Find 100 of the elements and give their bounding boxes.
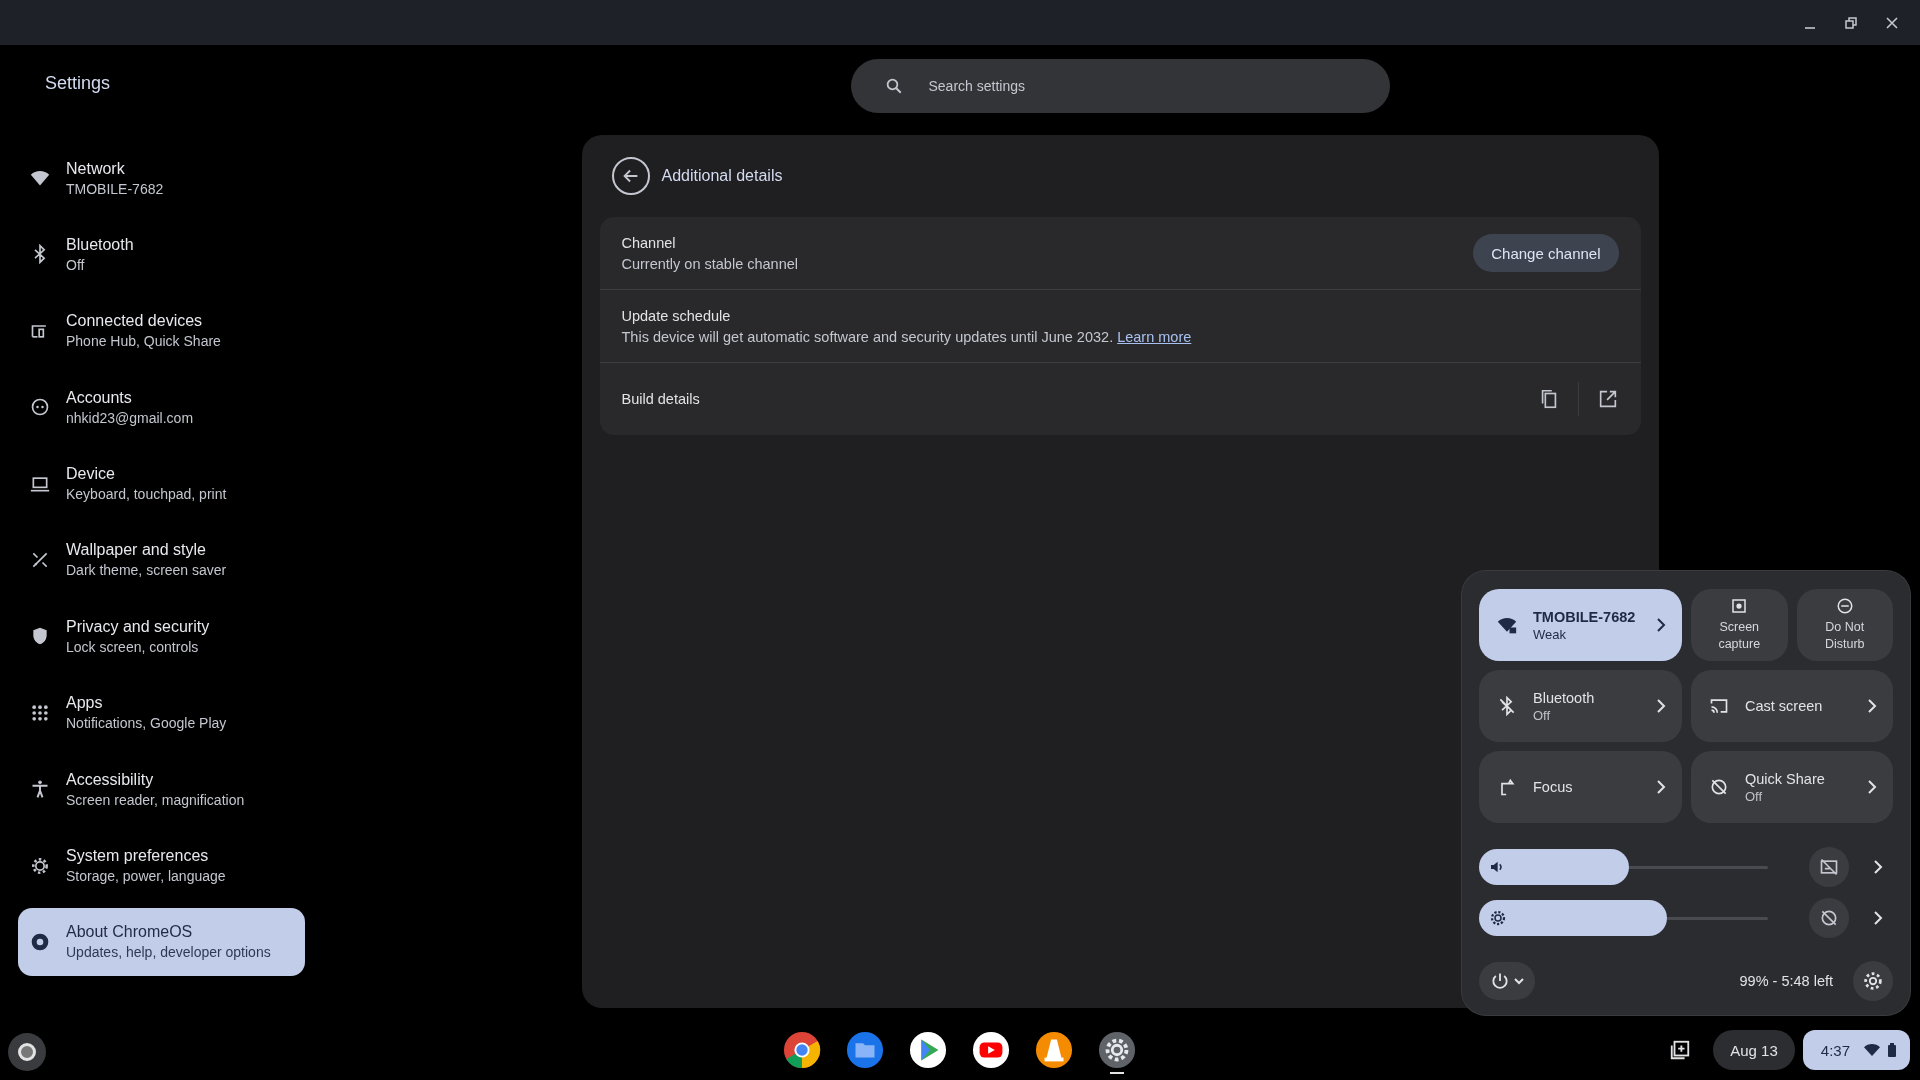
sidebar-item[interactable]: Device Keyboard, touchpad, print (18, 449, 305, 518)
chevron-right-icon (1656, 780, 1666, 794)
restore-icon[interactable] (1844, 15, 1858, 30)
chevron-right-icon (1656, 699, 1666, 713)
apps-grid-icon (30, 702, 50, 723)
screen-capture-icon (1730, 597, 1749, 615)
wifi-icon (1864, 1043, 1880, 1057)
sidebar-item-sublabel: Off (66, 256, 86, 273)
status-area-button[interactable]: 4:37 (1802, 1030, 1910, 1070)
cast-icon (1709, 696, 1729, 716)
sidebar-item-sublabel: Updates, help, developer options (66, 944, 271, 961)
settings-button[interactable] (1853, 961, 1893, 1001)
tile-label: Focus (1533, 779, 1574, 795)
sidebar-item-sublabel: Keyboard, touchpad, print (66, 486, 227, 503)
wifi-lock-icon (1497, 615, 1517, 635)
sidebar-item-label: Bluetooth (66, 235, 134, 254)
clock-time: 4:37 (1820, 1041, 1850, 1059)
date-button[interactable]: Aug 13 (1713, 1030, 1795, 1070)
tile-sublabel: Weak (1533, 626, 1567, 642)
tile-sublabel: Off (1745, 788, 1764, 804)
battery-icon (1888, 1043, 1896, 1057)
app-title: Settings (44, 72, 112, 95)
sidebar-item[interactable]: Apps Notifications, Google Play (18, 678, 305, 747)
sidebar-item-label: Network (66, 159, 126, 178)
gear-app-icon[interactable] (1098, 1031, 1136, 1069)
tote-icon[interactable] (1669, 1039, 1692, 1061)
sidebar-item-label: About ChromeOS (66, 923, 194, 942)
sidebar-item-sublabel: Lock screen, controls (66, 638, 200, 655)
row-title: Channel (621, 234, 677, 251)
volume-slider[interactable] (1479, 849, 1768, 885)
page-title: Additional details (661, 167, 783, 185)
quick-settings-tile[interactable]: Focus (1479, 751, 1682, 823)
chevron-right-icon (1867, 699, 1877, 713)
row-title: Update schedule (621, 307, 732, 324)
chevron-right-icon (1867, 780, 1877, 794)
shield-icon (30, 626, 50, 647)
learn-more-link[interactable]: Learn more (1117, 328, 1192, 345)
sidebar-item[interactable]: Connected devices Phone Hub, Quick Share (18, 296, 305, 365)
row-description: Currently on stable channel (621, 255, 800, 272)
sidebar-item-label: Accessibility (66, 770, 155, 789)
quick-settings-tile[interactable]: TMOBILE-7682 Weak (1479, 589, 1682, 661)
sidebar-item-label: Wallpaper and style (66, 541, 207, 560)
wifi-icon (30, 168, 50, 188)
speaker-icon (1489, 859, 1505, 875)
sidebar-item[interactable]: Bluetooth Off (18, 220, 305, 289)
quick-settings-tile[interactable]: Bluetooth Off (1479, 670, 1682, 742)
sidebar-item[interactable]: System preferences Storage, power, language (18, 831, 305, 900)
brightness-slider[interactable] (1479, 900, 1768, 936)
sidebar-item-sublabel: Storage, power, language (66, 868, 226, 884)
sidebar-item-sublabel: nhkid23@gmail.com (66, 409, 194, 426)
sidebar-item-label: Accounts (66, 388, 133, 407)
row-description: This device will get automatic software and security updates until June 2032. Learn more (621, 328, 1193, 345)
back-button[interactable] (611, 157, 650, 195)
tile-label: Screen capture (1717, 619, 1762, 653)
sidebar-item[interactable]: Wallpaper and style Dark theme, screen saver (18, 525, 305, 594)
launcher-button[interactable] (8, 1033, 46, 1071)
gear-icon (30, 855, 50, 876)
captions-toggle[interactable] (1809, 847, 1849, 887)
power-menu-button[interactable] (1479, 962, 1535, 1000)
gear-icon (1862, 970, 1884, 992)
folder-app-icon[interactable] (846, 1031, 884, 1069)
search-icon (884, 77, 903, 95)
power-icon (1489, 971, 1510, 991)
sidebar-item-label: Connected devices (66, 312, 204, 331)
traffic-cone-app-icon[interactable] (1035, 1031, 1073, 1069)
tile-label: Cast screen (1745, 698, 1824, 714)
sidebar-item-sublabel: Dark theme, screen saver (66, 562, 227, 579)
sidebar-item[interactable]: Privacy and security Lock screen, controls (18, 602, 305, 671)
minus-circle-icon (1835, 597, 1854, 615)
search-field[interactable]: Search settings (850, 59, 1390, 113)
chevron-right-icon[interactable] (1873, 911, 1883, 925)
face-icon (30, 397, 50, 418)
bluetooth-off-icon (1497, 696, 1517, 716)
sidebar-item[interactable]: Network TMOBILE-7682 (18, 144, 305, 212)
sidebar-item-sublabel: Phone Hub, Quick Share (66, 333, 221, 350)
tile-label: Bluetooth (1533, 689, 1596, 706)
circle-logo-icon (30, 931, 50, 952)
quick-settings-tile[interactable]: Cast screen (1691, 670, 1893, 742)
quick-settings-tile[interactable]: Screen capture (1691, 589, 1788, 661)
sidebar-item-label: Privacy and security (66, 617, 210, 636)
close-icon[interactable] (1885, 15, 1899, 30)
night-light-toggle[interactable] (1809, 898, 1849, 938)
sidebar-item-sublabel: Screen reader, magnification (66, 791, 245, 808)
person-icon (30, 779, 50, 800)
row-title: Build details (621, 391, 701, 407)
chevron-right-icon[interactable] (1873, 860, 1883, 874)
quick-settings-tile[interactable]: Do Not Disturb (1796, 589, 1893, 661)
sidebar-item[interactable]: Accessibility Screen reader, magnification (18, 755, 305, 824)
tile-label: Quick Share (1745, 770, 1826, 787)
sidebar-item[interactable]: About ChromeOS Updates, help, developer options (18, 907, 305, 976)
brightness-icon (1489, 909, 1507, 927)
sidebar-item-sublabel: TMOBILE-7682 (66, 180, 164, 197)
browser-app-icon[interactable] (783, 1031, 821, 1069)
slashed-circle-icon (1819, 908, 1839, 928)
quick-settings-tile[interactable]: Quick Share Off (1691, 751, 1893, 823)
play-button-app-icon[interactable] (972, 1031, 1010, 1069)
change-channel-button[interactable]: Change channel (1473, 234, 1619, 272)
triangle-app-icon[interactable] (909, 1031, 947, 1069)
sidebar-item-label: System preferences (66, 847, 210, 865)
sidebar-item[interactable]: Accounts nhkid23@gmail.com (18, 373, 305, 442)
